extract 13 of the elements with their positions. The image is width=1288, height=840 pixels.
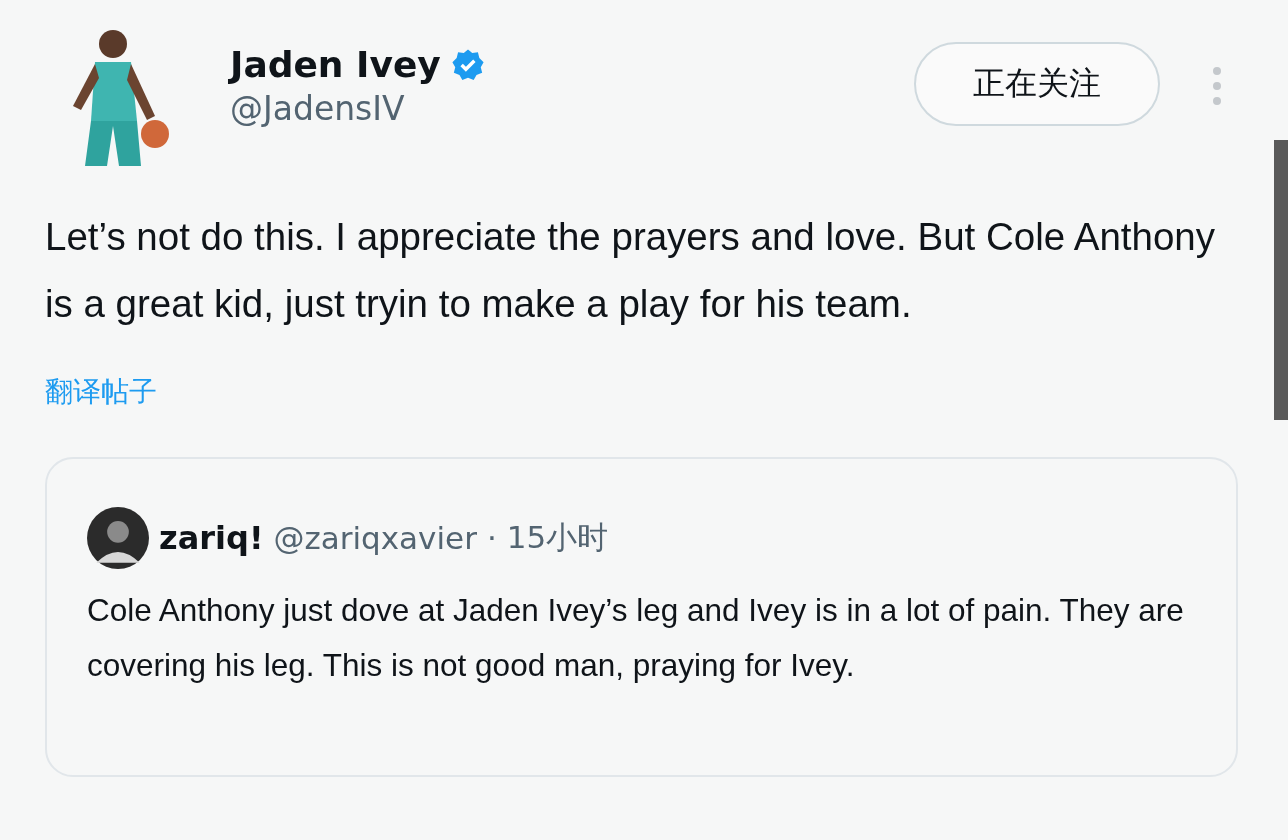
following-button[interactable]: 正在关注 [914,42,1160,126]
quoted-post-text: Cole Anthony just dove at Jaden Ivey’s leg and Ivey is in a lot of pain. They are covering his leg. This is not good man, praying for Ivey. [87,591,1185,685]
separator-dot: · [486,520,497,556]
post-text: Let’s not do this. I appreciate the prayers and love. But Cole Anthony is a great kid, just tryin to make a play for his team. [45,214,1216,327]
more-options-icon[interactable] [1212,66,1222,106]
quoted-author-name[interactable]: zariq! [159,519,264,557]
quoted-author-handle: @zariqxavier [273,520,477,556]
quoted-post-card[interactable]: zariq! @zariqxavier · 15小时 Cole Anthony just dove at Jaden Ivey’s leg and Ivey is in a lot of pain. They are covering his leg. This is not good man, praying for Ivey. [45,457,1238,777]
avatar-icon [87,507,149,569]
scrollbar[interactable] [1274,140,1288,420]
author-handle: @JadensIV [230,89,406,128]
post-time: 15小时 [506,518,609,557]
author-name[interactable]: Jaden Ivey [230,44,441,85]
